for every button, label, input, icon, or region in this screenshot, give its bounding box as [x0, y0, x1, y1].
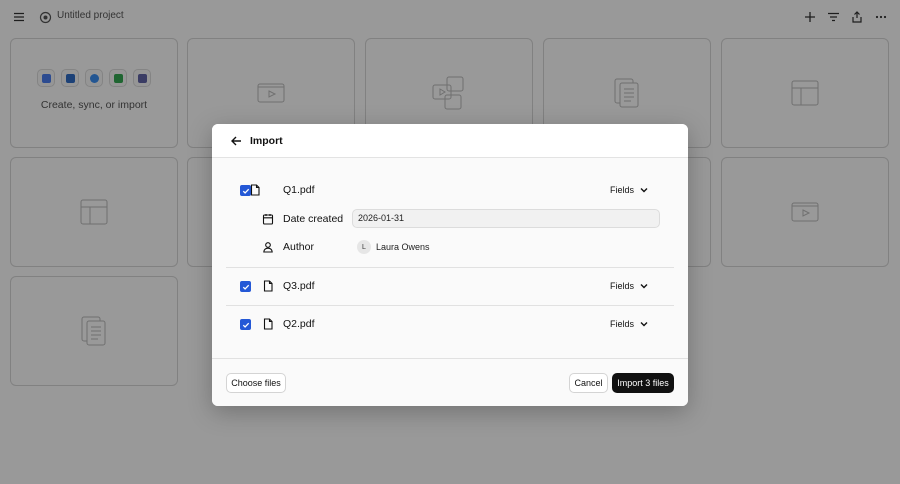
calendar-icon [262, 214, 274, 225]
date-created-label: Date created [283, 213, 344, 225]
dialog-footer: Choose files Cancel Import 3 files [212, 358, 688, 406]
chevron-down-icon [640, 188, 648, 193]
divider [226, 305, 674, 306]
file-name: Q2.pdf [283, 318, 315, 330]
dialog-header: Import [212, 124, 688, 158]
file-icon [263, 318, 273, 330]
chevron-down-icon [640, 284, 648, 289]
import-dialog: Import Q1.pdf Fields Date created 2026-0… [212, 124, 688, 406]
author-name[interactable]: Laura Owens [376, 242, 430, 252]
file-icon [250, 184, 260, 196]
author-label: Author [283, 241, 314, 253]
avatar: L [357, 240, 371, 254]
chevron-down-icon [640, 322, 648, 327]
date-created-field[interactable]: 2026-01-31 [352, 209, 660, 228]
fields-dropdown[interactable]: Fields [610, 278, 660, 294]
cancel-button[interactable]: Cancel [569, 373, 608, 393]
fields-label: Fields [610, 319, 635, 329]
fields-dropdown[interactable]: Fields [610, 182, 660, 198]
file-checkbox[interactable] [240, 319, 251, 330]
file-name: Q3.pdf [283, 280, 315, 292]
choose-files-button[interactable]: Choose files [226, 373, 286, 393]
file-name: Q1.pdf [283, 184, 315, 196]
fields-label: Fields [610, 185, 635, 195]
person-icon [263, 242, 273, 253]
file-checkbox[interactable] [240, 281, 251, 292]
import-button[interactable]: Import 3 files [612, 373, 674, 393]
checkmark-icon [242, 322, 249, 328]
divider [226, 267, 674, 268]
back-arrow-icon[interactable] [228, 133, 244, 149]
checkmark-icon [242, 284, 249, 290]
fields-label: Fields [610, 281, 635, 291]
file-icon [263, 280, 273, 292]
dialog-title: Import [250, 135, 283, 147]
fields-dropdown[interactable]: Fields [610, 316, 660, 332]
